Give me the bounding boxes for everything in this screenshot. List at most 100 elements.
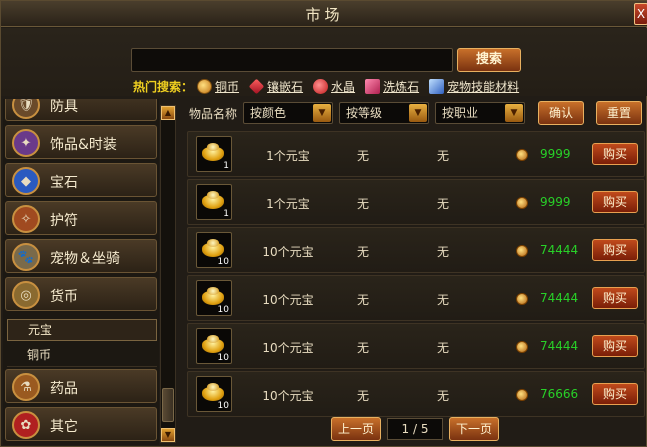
item-name: 10个元宝 xyxy=(262,341,314,355)
inlay-stone-icon xyxy=(248,78,265,94)
item-level: 无 xyxy=(436,149,449,163)
reset-button[interactable]: 重置 xyxy=(596,101,642,125)
item-name: 1个元宝 xyxy=(266,149,310,163)
item-name-label: 物品名称 xyxy=(189,107,238,121)
pagination: 上一页 1 / 5 下一页 xyxy=(331,417,499,441)
item-level: 无 xyxy=(436,341,449,355)
item-color: 无 xyxy=(356,293,369,307)
yuanbao-icon[interactable]: 1 xyxy=(196,184,232,220)
armor-icon: 🛡 xyxy=(12,99,40,119)
item-color: 无 xyxy=(356,389,369,403)
sidebar-scrollbar[interactable]: ▲ ▼ xyxy=(160,105,176,443)
color-select[interactable]: 按颜色 ▼ xyxy=(243,102,333,124)
page-indicator: 1 / 5 xyxy=(387,418,443,440)
item-price: 9999 xyxy=(540,195,571,209)
item-price: 76666 xyxy=(540,387,579,401)
category-sidebar: 🛡 防具 ✦ 饰品&时装 ◆ 宝石 ✧ 护符 🐾 宠物＆坐骑 ◎ 货币 元宝 铜… xyxy=(3,99,159,445)
sidebar-item-armor[interactable]: 🛡 防具 xyxy=(5,99,157,121)
gem-icon: ◆ xyxy=(12,167,40,195)
item-name: 10个元宝 xyxy=(262,245,314,259)
coin-icon xyxy=(516,149,528,161)
buy-button[interactable]: 购买 xyxy=(592,191,638,213)
coin-icon xyxy=(516,245,528,257)
item-level: 无 xyxy=(436,197,449,211)
hot-search-crystal[interactable]: 水晶 xyxy=(313,78,355,95)
close-button[interactable]: X xyxy=(634,3,647,25)
chevron-down-icon: ▼ xyxy=(409,104,427,122)
item-color: 无 xyxy=(356,341,369,355)
yuanbao-icon[interactable]: 10 xyxy=(196,328,232,364)
coin-icon xyxy=(516,389,528,401)
talisman-icon: ✧ xyxy=(12,205,40,233)
accessory-icon: ✦ xyxy=(12,129,40,157)
class-select[interactable]: 按职业 ▼ xyxy=(435,102,525,124)
buy-button[interactable]: 购买 xyxy=(592,383,638,405)
hot-search-row: 热门搜索： 铜币 镶嵌石 水晶 洗炼石 宠物技能材料 xyxy=(133,78,529,94)
table-row: 10 10个元宝 无 无 74444 购买 xyxy=(187,323,645,369)
crystal-icon xyxy=(313,78,329,94)
scroll-thumb[interactable] xyxy=(162,388,174,422)
buy-button[interactable]: 购买 xyxy=(592,143,638,165)
hot-search-copper[interactable]: 铜币 xyxy=(197,78,239,95)
hot-search-inlay-stone[interactable]: 镶嵌石 xyxy=(248,78,303,95)
coin-icon xyxy=(516,341,528,353)
currency-icon: ◎ xyxy=(12,281,40,309)
sidebar-item-medicine[interactable]: ⚗ 药品 xyxy=(5,369,157,403)
coin-icon xyxy=(516,293,528,305)
buy-button[interactable]: 购买 xyxy=(592,287,638,309)
table-row: 10 10个元宝 无 无 74444 购买 xyxy=(187,275,645,321)
sidebar-subitem-copper[interactable]: 铜币 xyxy=(7,345,157,367)
other-icon: ✿ xyxy=(12,411,40,439)
coin-icon xyxy=(516,197,528,209)
scroll-up-icon[interactable]: ▲ xyxy=(161,106,175,120)
search-button[interactable]: 搜索 xyxy=(457,48,521,72)
level-select[interactable]: 按等级 ▼ xyxy=(339,102,429,124)
item-price: 74444 xyxy=(540,339,579,353)
sidebar-item-currency[interactable]: ◎ 货币 xyxy=(5,277,157,311)
yuanbao-icon[interactable]: 10 xyxy=(196,376,232,412)
buy-button[interactable]: 购买 xyxy=(592,335,638,357)
item-name: 1个元宝 xyxy=(266,197,310,211)
title-bar: 市场 X xyxy=(1,1,647,27)
item-level: 无 xyxy=(436,293,449,307)
market-window: 市场 X 搜索 热门搜索： 铜币 镶嵌石 水晶 洗炼石 宠物技能材料 🛡 防具 … xyxy=(0,0,647,447)
item-name: 10个元宝 xyxy=(262,389,314,403)
item-level: 无 xyxy=(436,245,449,259)
scroll-down-icon[interactable]: ▼ xyxy=(161,428,175,442)
pet-skill-icon xyxy=(429,78,445,94)
window-title: 市场 xyxy=(305,6,344,24)
refine-stone-icon xyxy=(365,78,381,94)
table-row: 10 10个元宝 无 无 74444 购买 xyxy=(187,227,645,273)
prev-page-button[interactable]: 上一页 xyxy=(331,417,381,441)
buy-button[interactable]: 购买 xyxy=(592,239,638,261)
sidebar-item-pet-mount[interactable]: 🐾 宠物＆坐骑 xyxy=(5,239,157,273)
yuanbao-icon[interactable]: 1 xyxy=(196,136,232,172)
item-name: 10个元宝 xyxy=(262,293,314,307)
item-color: 无 xyxy=(356,197,369,211)
sidebar-item-other[interactable]: ✿ 其它 xyxy=(5,407,157,441)
item-level: 无 xyxy=(436,389,449,403)
chevron-down-icon: ▼ xyxy=(313,104,331,122)
hot-search-refine-stone[interactable]: 洗炼石 xyxy=(365,78,419,95)
medicine-icon: ⚗ xyxy=(12,373,40,401)
search-input[interactable] xyxy=(131,48,453,72)
sidebar-item-accessory[interactable]: ✦ 饰品&时装 xyxy=(5,125,157,159)
filter-row: 物品名称 按颜色 ▼ 按等级 ▼ 按职业 ▼ 确认 重置 xyxy=(185,101,645,125)
table-row: 1 1个元宝 无 无 9999 购买 xyxy=(187,179,645,225)
hot-search-label: 热门搜索： xyxy=(133,79,194,94)
sidebar-item-gem[interactable]: ◆ 宝石 xyxy=(5,163,157,197)
item-price: 74444 xyxy=(540,243,579,257)
confirm-button[interactable]: 确认 xyxy=(538,101,584,125)
item-price: 74444 xyxy=(540,291,579,305)
item-price: 9999 xyxy=(540,147,571,161)
yuanbao-icon[interactable]: 10 xyxy=(196,232,232,268)
yuanbao-icon[interactable]: 10 xyxy=(196,280,232,316)
table-row: 1 1个元宝 无 无 9999 购买 xyxy=(187,131,645,177)
item-color: 无 xyxy=(356,245,369,259)
sidebar-item-talisman[interactable]: ✧ 护符 xyxy=(5,201,157,235)
hot-search-pet-skill[interactable]: 宠物技能材料 xyxy=(429,78,519,95)
sidebar-subitem-yuanbao[interactable]: 元宝 xyxy=(7,319,157,341)
table-row: 10 10个元宝 无 无 76666 购买 xyxy=(187,371,645,417)
next-page-button[interactable]: 下一页 xyxy=(449,417,499,441)
chevron-down-icon: ▼ xyxy=(505,104,523,122)
